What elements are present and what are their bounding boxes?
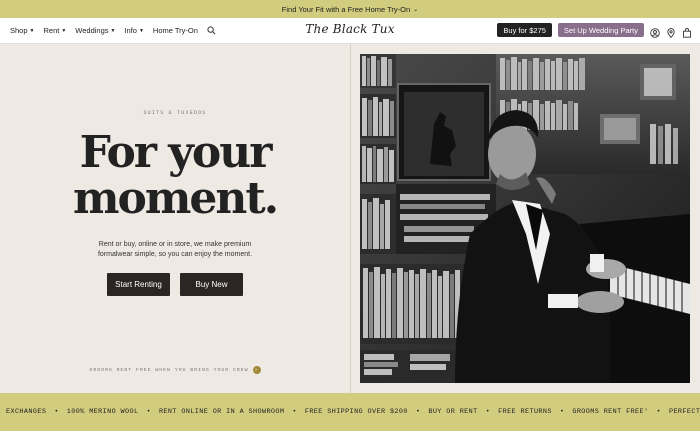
hero-headline-line1: For your xyxy=(79,127,273,178)
ticker-separator: • xyxy=(54,408,59,416)
hero-headline-line2: moment. xyxy=(72,173,279,224)
nav-item-weddings[interactable]: Weddings ▼ xyxy=(75,26,115,35)
main-nav: Shop ▼ Rent ▼ Weddings ▼ Info ▼ Home Try… xyxy=(0,18,700,44)
location-icon[interactable] xyxy=(666,25,676,39)
hero-subtext: Rent or buy, online or in store, we make… xyxy=(97,241,253,258)
hero-text-panel: SUITS & TUXEDOS For your moment. Rent or… xyxy=(0,44,350,393)
ticker-separator: • xyxy=(485,408,491,416)
caret-down-icon: ▼ xyxy=(61,27,67,34)
ticker-item: EXCHANGES xyxy=(6,408,47,416)
nav-item-info[interactable]: Info ▼ xyxy=(124,26,143,35)
hero-headline: For your moment. xyxy=(0,130,350,222)
footnote-text: GROOMS RENT FREE WHEN YOU BRING YOUR CRE… xyxy=(89,367,249,373)
ticker-item: RENT ONLINE OR IN A SHOWROOM xyxy=(158,408,285,416)
nav-actions: Buy for $275 Set Up Wedding Party xyxy=(497,23,692,39)
caret-down-icon: ▼ xyxy=(29,27,35,34)
chevron-down-icon: ⌄ xyxy=(413,6,419,13)
grooms-rent-free-link[interactable]: GROOMS RENT FREE WHEN YOU BRING YOUR CRE… xyxy=(0,366,350,374)
ticker-separator: • xyxy=(656,408,661,416)
wedding-party-button[interactable]: Set Up Wedding Party xyxy=(557,23,644,37)
ticker-separator: • xyxy=(559,408,565,416)
ticker-separator: • xyxy=(146,408,151,416)
announcement-text[interactable]: Find Your Fit with a Free Home Try-On xyxy=(282,5,410,14)
ticker-separator: • xyxy=(292,408,297,416)
user-icon[interactable] xyxy=(650,25,660,38)
ticker-item: FREE RETURNS xyxy=(498,408,552,416)
hero-eyebrow: SUITS & TUXEDOS xyxy=(143,110,207,116)
ticker-separator: • xyxy=(415,408,421,416)
nav-item-label: Info xyxy=(124,26,137,35)
buy-button[interactable]: Buy for $275 xyxy=(497,23,552,37)
announcement-bar[interactable]: Find Your Fit with a Free Home Try-On ⌄ xyxy=(0,0,700,18)
nav-item-rent[interactable]: Rent ▼ xyxy=(43,26,66,35)
hero-divider xyxy=(350,44,351,393)
ticker-item: GROOMS RENT FREE' xyxy=(572,408,649,416)
footer-strip xyxy=(0,431,700,437)
bag-icon[interactable] xyxy=(682,25,692,38)
nav-item-label: Shop xyxy=(10,26,28,35)
ticker-item: BUY OR RENT xyxy=(428,408,478,416)
ticker-item: 100% MERINO WOOL xyxy=(66,408,139,416)
nav-item-home-try-on[interactable]: Home Try-On xyxy=(153,26,198,35)
caret-down-icon: ▼ xyxy=(138,27,144,34)
ticker-item: FREE SHIPPING OVER $200 xyxy=(304,408,408,416)
nav-item-label: Weddings xyxy=(75,26,109,35)
hero-photo xyxy=(360,54,690,383)
arrow-right-icon: › xyxy=(252,366,261,374)
nav-item-label: Rent xyxy=(43,26,60,35)
search-icon[interactable] xyxy=(207,26,216,35)
caret-down-icon: ▼ xyxy=(110,27,116,34)
feature-ticker: EXCHANGES • 100% MERINO WOOL • RENT ONLI… xyxy=(0,393,700,431)
buy-new-button[interactable]: Buy New xyxy=(180,273,243,296)
ticker-item: PERFECT FI xyxy=(668,408,700,416)
nav-item-shop[interactable]: Shop ▼ xyxy=(10,26,34,35)
site-logo[interactable]: The Black Tux xyxy=(300,22,400,36)
start-renting-button[interactable]: Start Renting xyxy=(107,273,170,296)
nav-item-label: Home Try-On xyxy=(152,26,198,35)
nav-menu: Shop ▼ Rent ▼ Weddings ▼ Info ▼ Home Try… xyxy=(0,26,216,35)
